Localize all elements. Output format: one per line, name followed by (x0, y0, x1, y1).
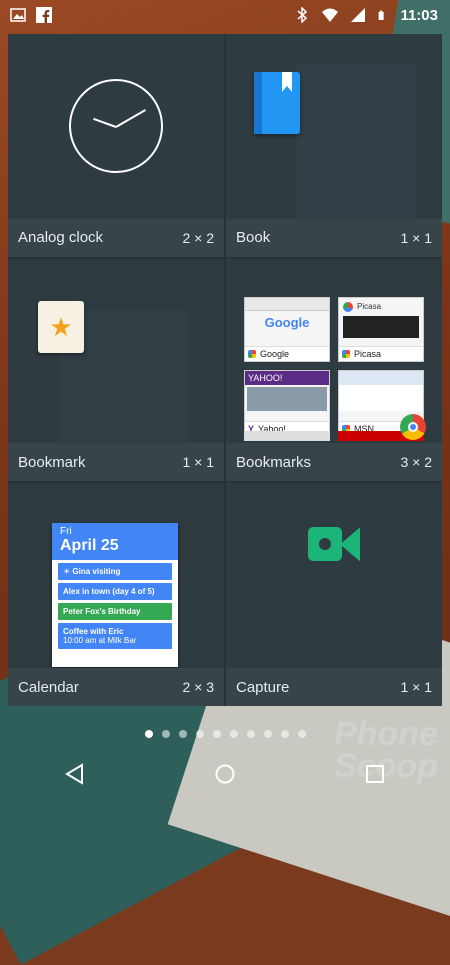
yahoo-logo: YAHOO! (245, 370, 329, 385)
widget-label-bar: Calendar 2 × 3 (8, 668, 224, 706)
widget-size: 3 × 2 (400, 454, 432, 471)
clock-time: 11:03 (400, 6, 438, 24)
bluetooth-icon (297, 7, 308, 23)
recents-square-icon (366, 765, 384, 783)
picasa-icon (343, 301, 353, 312)
widget-size: 1 × 1 (400, 679, 432, 695)
calendar-event: Peter Fox's Birthday (58, 603, 172, 621)
page-dot[interactable] (195, 730, 204, 738)
widget-label-bar: Analog clock 2 × 2 (8, 218, 224, 257)
page-dot[interactable] (144, 730, 153, 738)
home-circle-icon (215, 764, 235, 784)
page-dot[interactable] (161, 730, 170, 738)
widget-bookmarks[interactable]: Google Google Picasa Picasa YAHOO! Y Yaho… (226, 258, 442, 482)
widget-preview: ★ (8, 259, 224, 444)
wifi-icon (322, 8, 339, 22)
thumbnail-picasa: Picasa Picasa (338, 296, 424, 362)
picasa-logo: Picasa (357, 302, 382, 312)
facebook-icon (36, 7, 52, 23)
bookmarks-thumbnails: Google Google Picasa Picasa YAHOO! Y Yaho… (244, 296, 424, 437)
google-icon (248, 349, 256, 358)
navigation-bar (0, 748, 450, 800)
recents-button[interactable] (345, 754, 405, 794)
widget-bookmark[interactable]: ★ Bookmark 1 × 1 (8, 258, 224, 482)
page-dot[interactable] (178, 730, 187, 738)
page-dot[interactable] (297, 730, 306, 738)
signal-icon (351, 8, 366, 22)
calendar-event: ☀ Gina visiting (58, 563, 172, 581)
widget-name: Bookmark (18, 453, 86, 471)
widget-capture[interactable]: Capture 1 × 1 (226, 483, 442, 706)
thumbnail-label: Google (260, 348, 290, 359)
book-icon (254, 72, 300, 134)
page-dot[interactable] (212, 730, 221, 738)
bookmarks-strip (244, 431, 424, 442)
analog-clock-icon (69, 79, 163, 174)
widget-name: Bookmarks (236, 453, 312, 471)
widget-label-bar: Capture 1 × 1 (226, 668, 442, 706)
back-button[interactable] (45, 754, 105, 794)
battery-icon (379, 10, 385, 20)
thumbnail-yahoo: YAHOO! Y Yahoo! (244, 369, 330, 437)
bookmark-star-icon: ★ (38, 300, 84, 353)
widget-list: Analog clock 2 × 2 Book 1 × 1 ★ Bookmark… (8, 34, 442, 706)
calendar-preview: Fri April 25 ☀ Gina visiting Alex in tow… (52, 523, 178, 668)
widget-preview (226, 483, 442, 668)
calendar-event: Coffee with Eric 10:00 am at Milk Bar (58, 623, 172, 650)
widget-book[interactable]: Book 1 × 1 (226, 34, 442, 257)
widget-label-bar: Book 1 × 1 (226, 218, 442, 257)
calendar-date: April 25 (60, 537, 119, 555)
widget-size: 2 × 3 (182, 679, 214, 695)
google-logo: Google (264, 314, 310, 330)
widget-label-bar: Bookmarks 3 × 2 (226, 443, 442, 482)
home-button[interactable] (195, 754, 255, 794)
image-icon (10, 8, 26, 22)
widget-calendar[interactable]: Fri April 25 ☀ Gina visiting Alex in tow… (8, 483, 224, 706)
calendar-day: Fri (60, 526, 72, 538)
widget-size: 1 × 1 (400, 229, 432, 246)
widget-size: 1 × 1 (182, 454, 214, 471)
widget-name: Capture (236, 678, 290, 696)
widget-preview (226, 34, 442, 219)
calendar-event-subtitle: 10:00 am at Milk Bar (63, 636, 137, 646)
page-dot[interactable] (280, 730, 289, 738)
calendar-event-title: Coffee with Eric (63, 627, 124, 637)
widget-name: Book (236, 229, 271, 247)
thumbnail-google: Google Google (244, 296, 330, 362)
widget-name: Analog clock (18, 229, 104, 247)
widget-preview (8, 34, 224, 219)
back-triangle-icon (65, 763, 83, 785)
page-dot[interactable] (229, 730, 238, 738)
video-camera-icon (308, 527, 360, 562)
status-bar: 11:03 (0, 0, 450, 30)
chrome-icon (400, 413, 426, 440)
calendar-event: Alex in town (day 4 of 5) (58, 583, 172, 601)
widget-label-bar: Bookmark 1 × 1 (8, 443, 224, 482)
thumbnail-label: Picasa (354, 348, 382, 359)
page-dot[interactable] (246, 730, 255, 738)
page-dot[interactable] (263, 730, 272, 738)
watermark-line: Phone (334, 715, 438, 753)
widget-size: 2 × 2 (182, 229, 214, 246)
widget-analog-clock[interactable]: Analog clock 2 × 2 (8, 34, 224, 257)
widget-name: Calendar (18, 678, 79, 696)
google-icon (342, 349, 350, 358)
